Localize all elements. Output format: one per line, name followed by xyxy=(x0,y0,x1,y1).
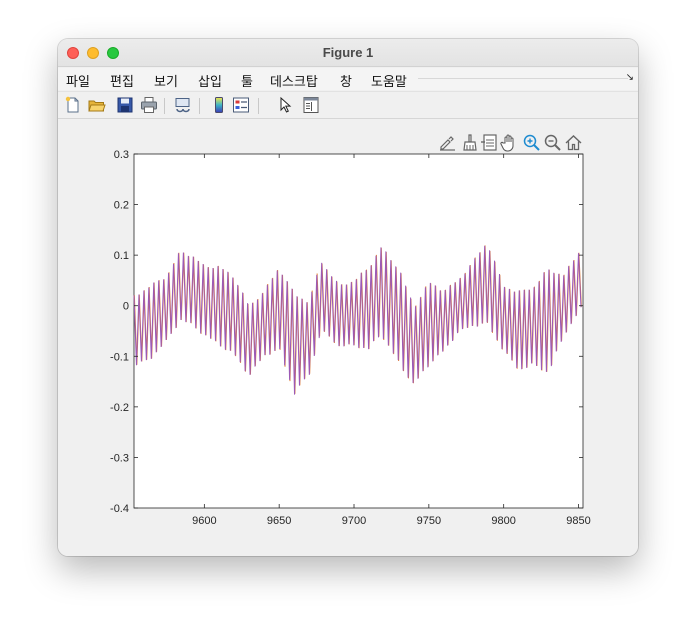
y-tick-label: -0.3 xyxy=(110,452,129,464)
y-tick-label: -0.1 xyxy=(110,351,129,363)
y-tick-label: 0.3 xyxy=(114,149,129,161)
y-tick-label: -0.4 xyxy=(110,503,129,515)
x-tick-label: 9700 xyxy=(342,515,366,527)
y-tick-label: 0 xyxy=(123,301,129,313)
plot-axes[interactable]: 0.3 0.2 0.1 0 -0.1 -0.2 -0.3 -0.4 9600 9650 9700 97… xyxy=(58,39,638,556)
y-tick-label: 0.1 xyxy=(114,250,129,262)
x-tick-label: 9650 xyxy=(267,515,291,527)
x-tick-label: 9750 xyxy=(417,515,441,527)
x-tick-label: 9800 xyxy=(491,515,515,527)
y-tick-label: 0.2 xyxy=(114,200,129,212)
figure-window: Figure 1 파일 편집 보기 삽입 툴 데스크탑 창 도움말 ↘ 0.3 … xyxy=(58,39,638,556)
x-tick-label: 9600 xyxy=(192,515,216,527)
x-tick-label: 9850 xyxy=(566,515,590,527)
y-tick-label: -0.2 xyxy=(110,402,129,414)
